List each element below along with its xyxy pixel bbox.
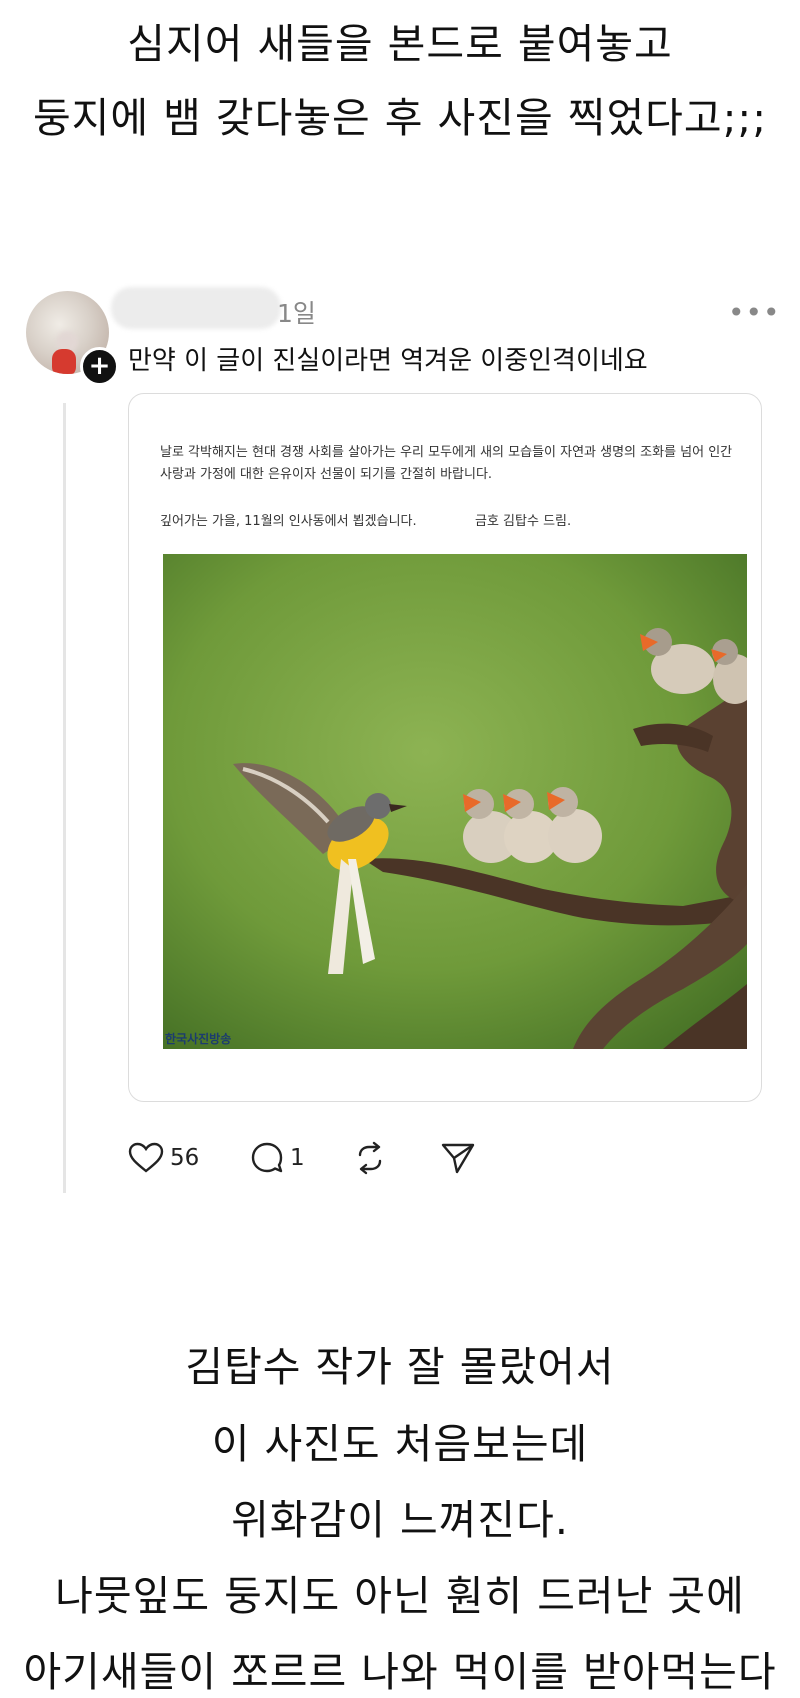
photo-watermark: 한국사진방송 <box>165 1032 232 1046</box>
repost-icon <box>358 1141 382 1175</box>
caption-bottom-line-1: 김탑수 작가 잘 몰랐어서 <box>185 1343 615 1391</box>
embed-text-line-3b: 금호 김탑수 드림. <box>475 514 572 529</box>
caption-bottom-line-3: 위화감이 느껴진다. <box>231 1496 569 1544</box>
comment-icon <box>251 1142 283 1173</box>
post-time: 1일 <box>277 299 316 328</box>
send-icon <box>441 1143 475 1174</box>
embed-text-line-2: 사랑과 가정에 대한 은유이자 선물이 되기를 간절히 바랍니다. <box>160 467 493 482</box>
thread-line <box>63 403 66 1193</box>
more-options-icon[interactable]: ••• <box>728 296 781 329</box>
heart-icon <box>128 1142 164 1173</box>
caption-bottom-line-4: 나뭇잎도 둥지도 아닌 훤히 드러난 곳에 <box>55 1572 745 1620</box>
embed-text-line-1: 날로 각박해지는 현대 경쟁 사회를 살아가는 우리 모두에게 새의 모습들이 … <box>160 445 733 460</box>
caption-bottom-line-5: 아기새들이 쪼르르 나와 먹이를 받아먹는다 <box>23 1648 777 1696</box>
comment-button[interactable]: 1 <box>250 1140 305 1176</box>
caption-top-line-1: 심지어 새들을 본드로 붙여놓고 <box>127 20 673 68</box>
like-button[interactable]: 56 <box>128 1140 199 1176</box>
caption-bottom-line-2: 이 사진도 처음보는데 <box>211 1420 589 1468</box>
repost-button[interactable] <box>352 1140 388 1176</box>
caption-top-line-2: 둥지에 뱀 갖다놓은 후 사진을 찍었다고;;; <box>32 94 768 142</box>
like-count: 56 <box>170 1145 200 1171</box>
follow-plus-icon[interactable]: + <box>80 347 119 386</box>
post-text: 만약 이 글이 진실이라면 역겨운 이중인격이네요 <box>128 346 648 376</box>
blurred-username[interactable] <box>111 287 281 329</box>
comment-count: 1 <box>290 1145 305 1171</box>
embed-text-line-3a: 깊어가는 가을, 11월의 인사동에서 뵙겠습니다. <box>160 514 417 529</box>
bird-photo <box>163 554 747 1049</box>
share-button[interactable] <box>440 1140 476 1176</box>
